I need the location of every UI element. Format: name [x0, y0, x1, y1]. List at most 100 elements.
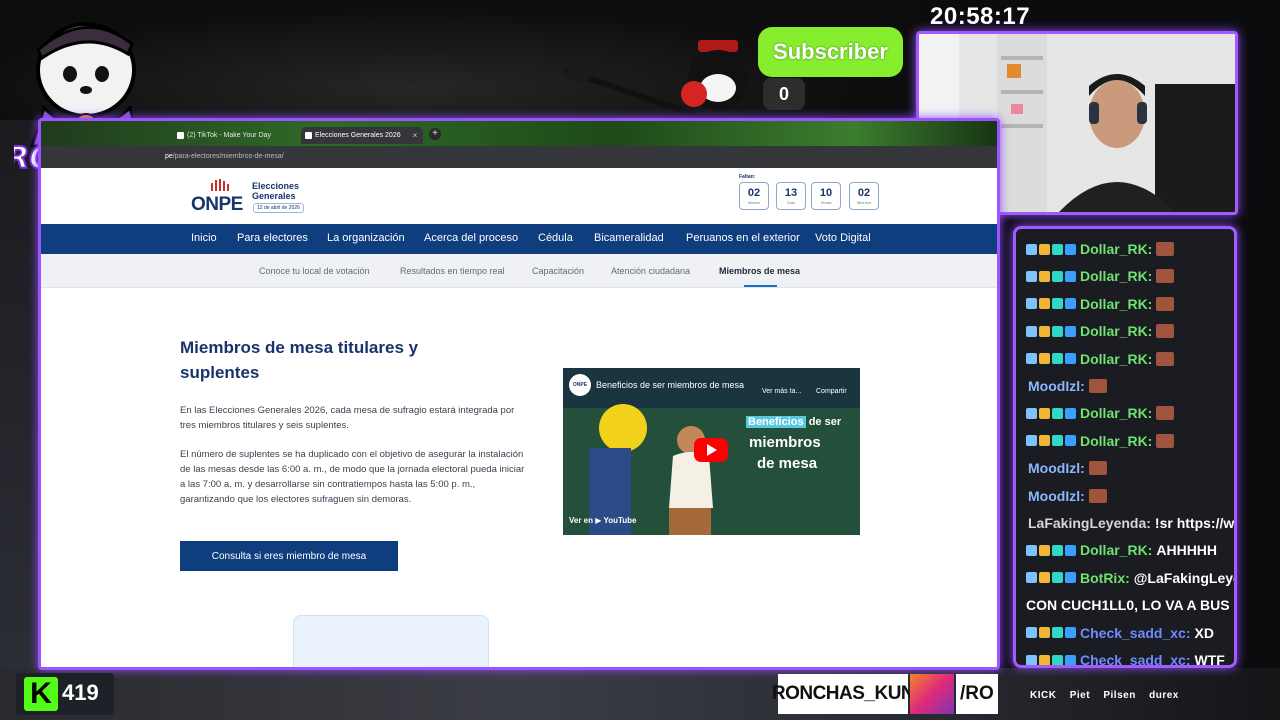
onpe-favicon-icon [305, 132, 312, 139]
chat-badge-icon [1026, 654, 1037, 665]
sponsor-kick: KICK [1030, 690, 1057, 701]
video-title[interactable]: Beneficios de ser miembros de mesa [596, 380, 744, 390]
play-button[interactable] [694, 438, 728, 462]
chat-text: AHHHHH [1156, 542, 1218, 559]
countdown-minutes: 02 Minutos [849, 182, 879, 210]
chat-badge-icon [1039, 353, 1050, 365]
nav-para-electores[interactable]: Para electores [237, 232, 308, 246]
social-handle: RONCHAS_KUN [772, 674, 915, 714]
nav-voto-digital[interactable]: Voto Digital [815, 232, 871, 244]
chat-username[interactable]: MoodIzl: [1028, 378, 1085, 394]
elecciones-title: Elecciones Generales [252, 181, 300, 201]
chat-username[interactable]: Check_sadd_xc: [1080, 652, 1191, 665]
chat-emote-icon [1156, 242, 1175, 256]
share-button[interactable]: Compartir [816, 388, 847, 395]
countdown-days: 13 Días [776, 182, 806, 210]
browser-window: (2) TikTok - Make Your Day Elecciones Ge… [38, 118, 1000, 670]
chat-username[interactable]: Check_sadd_xc: [1080, 625, 1191, 641]
chat-badge-icon [1065, 270, 1076, 282]
tab-elecciones[interactable]: Elecciones Generales 2026 × [301, 127, 423, 144]
watch-on-youtube-link[interactable]: Ver en ▶ YouTube [569, 516, 637, 525]
chat-badge-icon [1039, 572, 1050, 584]
subnav-atencion-ciudadana[interactable]: Atención ciudadana [611, 266, 690, 276]
chat-badge-icon [1026, 544, 1037, 556]
tiktok-icon [177, 132, 184, 139]
nav-acerca-del-proceso[interactable]: Acerca del proceso [424, 232, 518, 244]
subnav-capacitacion[interactable]: Capacitación [532, 266, 584, 276]
close-tab-icon[interactable]: × [413, 131, 418, 140]
chat-username[interactable]: Dollar_RK: [1080, 241, 1152, 257]
chat-badge-icon [1065, 627, 1076, 639]
youtube-video[interactable]: ONPE Beneficios de ser miembros de mesa … [563, 368, 860, 535]
chat-message: Dollar_RK: [1026, 266, 1175, 286]
chat-message: MoodIzl: [1026, 458, 1107, 478]
chat-emote-icon [1088, 461, 1107, 476]
chat-username[interactable]: Dollar_RK: [1080, 351, 1152, 367]
chat-username[interactable]: Dollar_RK: [1080, 542, 1152, 558]
subnav-local-votacion[interactable]: Conoce tu local de votación [259, 266, 370, 276]
chat-emote-icon [1156, 351, 1175, 366]
chat-message: Dollar_RK: AHHHHH [1026, 540, 1217, 560]
chat-username[interactable]: Dollar_RK: [1080, 296, 1152, 312]
thumbnail-text-beneficios: Beneficios de ser [746, 416, 842, 428]
chat-badge-icon [1052, 243, 1063, 255]
nav-bicameralidad[interactable]: Bicameralidad [594, 232, 664, 244]
nav-la-organizacion[interactable]: La organización [327, 232, 405, 244]
chat-badge-icon [1052, 572, 1063, 584]
onpe-logo[interactable]: ONPE Elecciones Generales 12 de abril de… [191, 177, 311, 217]
watch-later-button[interactable]: Ver más ta... [762, 388, 801, 395]
chat-message: Dollar_RK: [1026, 239, 1175, 259]
subnav-resultados[interactable]: Resultados en tiempo real [400, 266, 505, 276]
kick-viewer-counter: K 419 [16, 673, 114, 715]
consulta-miembro-button[interactable]: Consulta si eres miembro de mesa [180, 541, 398, 571]
chat-badge-icon [1039, 627, 1050, 639]
channel-avatar[interactable]: ONPE [569, 374, 591, 396]
onpe-logo-text: ONPE [191, 194, 243, 215]
new-tab-button[interactable]: + [429, 128, 441, 140]
thumbnail-text-miembros: miembros [749, 434, 821, 451]
nav-inicio[interactable]: Inicio [191, 232, 217, 244]
chat-text: WTF [1194, 652, 1225, 668]
url-path: /para-electores/miembros-de-mesa/ [172, 153, 284, 160]
chat-username[interactable]: Dollar_RK: [1080, 433, 1152, 449]
sub-nav: Conoce tu local de votación Resultados e… [41, 254, 997, 288]
chat-message: Dollar_RK: [1026, 431, 1175, 451]
tab-tiktok[interactable]: (2) TikTok - Make Your Day [173, 127, 297, 144]
chat-badge-icon [1026, 572, 1037, 584]
chat-badge-icon [1026, 325, 1037, 337]
nav-peruanos-exterior[interactable]: Peruanos en el exterior [686, 232, 800, 244]
countdown-hours: 10 Horas [811, 182, 841, 210]
chat-badge-icon [1039, 407, 1050, 419]
sponsor-piet: Piet [1069, 690, 1091, 701]
chat-username[interactable]: Dollar_RK: [1080, 268, 1152, 284]
chat-badge-icon [1052, 353, 1063, 365]
intro-paragraph: En las Elecciones Generales 2026, cada m… [180, 405, 515, 431]
countdown-label: Faltan: [739, 174, 756, 180]
chat-message: MoodIzl: [1026, 486, 1107, 506]
ballot-hand-icon [211, 179, 229, 191]
chat-text: @LaFakingLeyen [1133, 569, 1234, 586]
chat-badge-icon [1065, 407, 1076, 419]
chat-username[interactable]: Dollar_RK: [1080, 405, 1152, 421]
address-bar[interactable]: pe/para-electores/miembros-de-mesa/ [41, 146, 997, 168]
chat-username[interactable]: MoodIzl: [1028, 488, 1085, 504]
chat-username[interactable]: Dollar_RK: [1080, 323, 1152, 339]
chat-badge-icon [1052, 544, 1063, 556]
chat-badge-icon [1026, 435, 1037, 447]
tab-label: Elecciones Generales 2026 [315, 132, 401, 139]
chat-username[interactable]: MoodIzl: [1028, 460, 1085, 476]
sponsor-logos: KICK Piet Pilsen durex [1030, 690, 1189, 701]
suplentes-paragraph: El número de suplentes se ha duplicado c… [180, 449, 525, 505]
nav-cedula[interactable]: Cédula [538, 232, 573, 244]
subscriber-count: 0 [763, 78, 805, 110]
main-nav: Inicio Para electores La organización Ac… [41, 224, 997, 254]
chat-username[interactable]: LaFakingLeyenda: [1028, 515, 1151, 531]
chat-emote-icon [1156, 296, 1175, 311]
url-domain: pe [165, 153, 173, 160]
instagram-icon [910, 674, 954, 714]
sponsor-pilsen: Pilsen [1103, 690, 1136, 701]
subnav-miembros-de-mesa[interactable]: Miembros de mesa [719, 266, 800, 276]
chat-badge-icon [1026, 407, 1037, 419]
chat-badge-icon [1052, 298, 1063, 310]
chat-username[interactable]: BotRix: [1080, 570, 1130, 586]
